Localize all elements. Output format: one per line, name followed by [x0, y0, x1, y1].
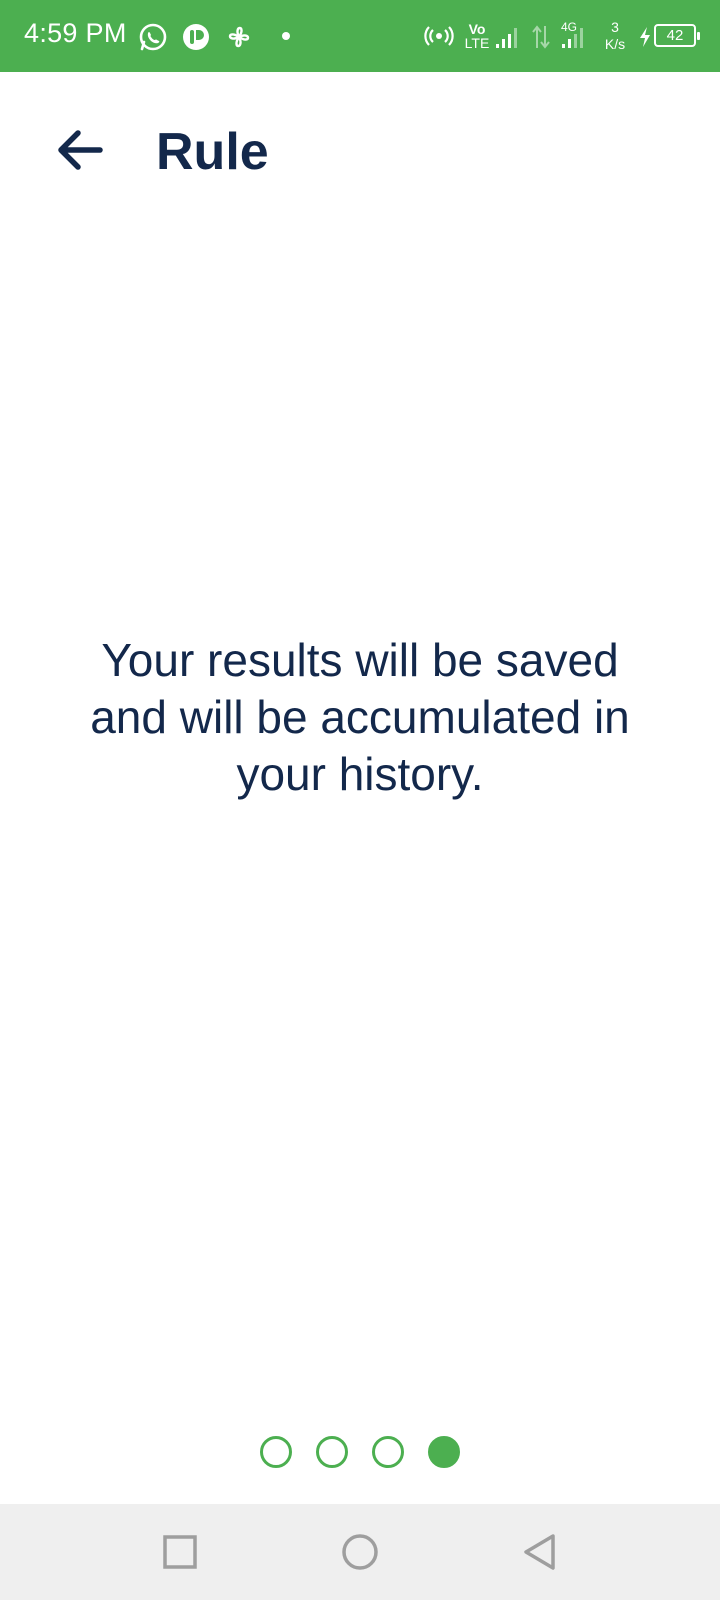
page-indicator — [0, 1436, 720, 1470]
volte-icon: Vo LTE — [462, 22, 492, 50]
page-dot-1[interactable] — [260, 1436, 292, 1468]
navigation-bar — [0, 1504, 720, 1600]
status-time: 4:59 PM — [24, 18, 127, 48]
data-arrows-icon — [532, 25, 550, 49]
arrow-left-icon — [58, 130, 103, 170]
app-notification-icon — [183, 24, 209, 50]
page-dot-2[interactable] — [316, 1436, 348, 1468]
whatsapp-icon — [139, 23, 167, 51]
battery-indicator: 42 — [654, 24, 700, 47]
page-dot-3[interactable] — [372, 1436, 404, 1468]
back-button[interactable] — [50, 122, 110, 178]
signal-4g-icon — [562, 28, 583, 48]
screen: 4:59 PM Vo LTE 4G 3 K/s 42 Rule Your res… — [0, 0, 720, 1600]
network-speed: 3 K/s — [598, 20, 632, 51]
home-circle-icon[interactable] — [340, 1532, 380, 1572]
pinwheel-icon — [228, 26, 250, 48]
signal-icon — [496, 28, 517, 48]
page-dot-4[interactable] — [428, 1436, 460, 1468]
status-bar: 4:59 PM Vo LTE 4G 3 K/s 42 — [0, 0, 720, 72]
recents-square-icon[interactable] — [160, 1532, 200, 1572]
volte-label-bottom: LTE — [464, 35, 490, 51]
network-speed-value: 3 — [611, 19, 619, 35]
network-speed-unit: K/s — [604, 36, 626, 52]
rule-message: Your results will be saved and will be a… — [90, 634, 630, 800]
hotspot-icon — [424, 26, 454, 46]
volte-label-top: Vo — [468, 21, 486, 37]
back-triangle-icon[interactable] — [520, 1532, 560, 1572]
page-title: Rule — [156, 123, 269, 181]
dot-icon — [282, 32, 290, 40]
charging-icon — [640, 27, 650, 47]
